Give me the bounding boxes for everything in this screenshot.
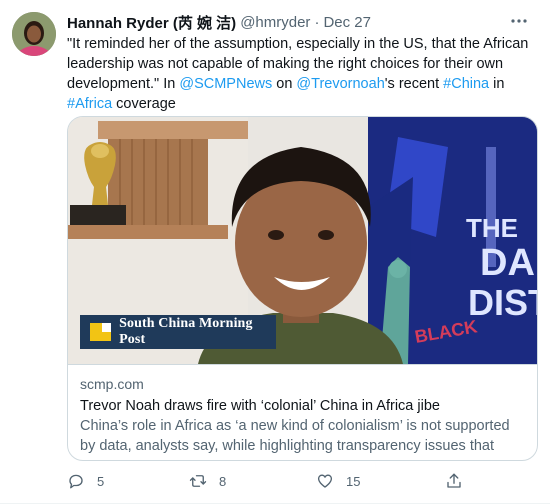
separator: ·	[314, 13, 320, 31]
card-title: Trevor Noah draws fire with ‘colonial’ C…	[80, 398, 440, 414]
like-icon	[317, 474, 333, 488]
text-segment: in	[489, 76, 505, 92]
retweet-button[interactable]: 8	[189, 472, 226, 490]
share-icon	[447, 473, 461, 488]
text-segment: coverage	[112, 96, 176, 112]
avatar[interactable]	[12, 12, 56, 56]
card-image[interactable]: THE DA DIST BLACK South China Morning Po…	[68, 117, 537, 364]
mention-trevornoah[interactable]: @Trevornoah	[296, 76, 384, 92]
reply-icon	[69, 474, 83, 489]
hashtag-china[interactable]: #China	[443, 76, 489, 92]
share-button[interactable]	[445, 472, 475, 490]
brand-overlay: South China Morning Post	[80, 315, 276, 349]
card-body[interactable]: scmp.com Trevor Noah draws fire with ‘co…	[68, 364, 537, 460]
display-name[interactable]: Hannah Ryder (芮 婉 洁)	[67, 12, 236, 33]
more-icon[interactable]	[506, 8, 532, 34]
action-bar: 5 8 15	[67, 472, 487, 494]
card-description: China’s role in Africa as ‘a new kind of…	[80, 418, 510, 454]
text-segment: on	[272, 76, 297, 92]
hashtag-africa[interactable]: #Africa	[67, 96, 112, 112]
retweet-icon	[189, 475, 207, 487]
text-segment: 's recent	[384, 76, 444, 92]
tweet[interactable]: Hannah Ryder (芮 婉 洁) @hmryder · Dec 27 "…	[0, 0, 550, 504]
mention-scmpnews[interactable]: @SCMPNews	[179, 76, 272, 92]
tweet-date[interactable]: Dec 27	[323, 14, 371, 31]
tweet-header: Hannah Ryder (芮 婉 洁) @hmryder · Dec 27	[67, 12, 534, 32]
like-button[interactable]: 15	[316, 472, 360, 490]
user-handle[interactable]: @hmryder	[240, 14, 310, 31]
backdrop-text: DA	[480, 242, 535, 284]
brand-name: South China Morning Post	[119, 316, 253, 347]
retweet-count: 8	[219, 473, 227, 489]
backdrop-text: DIST	[468, 282, 537, 323]
tweet-text: "It reminded her of the assumption, espe…	[67, 34, 537, 114]
reply-button[interactable]: 5	[67, 472, 104, 490]
like-count: 15	[346, 473, 361, 489]
scmp-logo-icon	[90, 323, 112, 341]
link-card[interactable]: THE DA DIST BLACK South China Morning Po…	[67, 116, 538, 461]
card-domain: scmp.com	[80, 376, 144, 392]
reply-count: 5	[97, 473, 105, 489]
backdrop-text: THE	[466, 213, 518, 243]
